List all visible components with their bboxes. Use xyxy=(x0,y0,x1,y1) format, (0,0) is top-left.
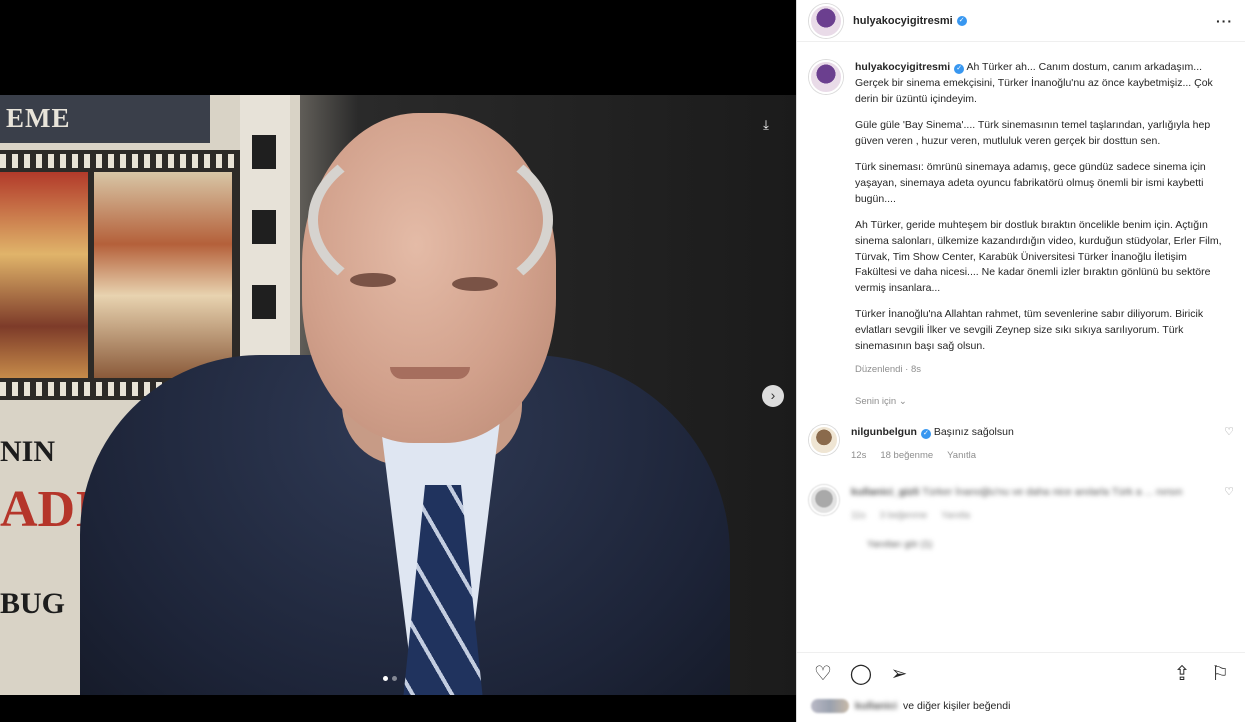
post-actions: ♡ ◯ ➢ ⇪ ⚐ xyxy=(797,652,1245,694)
caption: hulyakocyigitresmi ✓ Ah Türker ah... Canı… xyxy=(809,60,1234,378)
comment-text: Başınız sağolsun xyxy=(933,425,1014,438)
liked-by-name[interactable]: kullanici xyxy=(855,700,897,712)
comment-icon[interactable]: ◯ xyxy=(849,661,873,686)
caption-avatar[interactable] xyxy=(809,60,843,94)
verified-icon: ✓ xyxy=(954,64,965,74)
download-icon[interactable]: ⤓ xyxy=(757,116,775,134)
view-replies[interactable]: Yanıtları gör (1) xyxy=(867,539,1234,550)
caption-paragraph: Türk sineması: ömrünü sinemaya adamış, g… xyxy=(855,160,1206,205)
bookmark-icon[interactable]: ⚐ xyxy=(1208,661,1232,686)
liker-avatars xyxy=(811,699,849,713)
billboard-text: BUG xyxy=(0,587,66,620)
liked-by[interactable]: kullanici ve diğer kişiler beğendi xyxy=(811,699,1010,713)
caption-paragraph: Türker İnanoğlu'na Allahtan rahmet, tüm … xyxy=(855,308,1204,353)
author-username[interactable]: hulyakocyigitresmi xyxy=(853,15,953,27)
commenter-avatar[interactable] xyxy=(809,424,839,455)
comments-section[interactable]: hulyakocyigitresmi ✓ Ah Türker ah... Canı… xyxy=(797,42,1245,642)
caption-paragraph: Güle güle 'Bay Sinema'.... Türk sineması… xyxy=(855,118,1211,147)
gift-icon[interactable]: ⇪ xyxy=(1170,661,1194,686)
billboard-text: NIN xyxy=(0,435,56,468)
comment-username[interactable]: kullanici_gizli xyxy=(851,486,919,498)
poster-banner-text: EME xyxy=(6,103,71,133)
comment-time: 12s xyxy=(851,449,867,461)
caption-paragraph: Ah Türker, geride muhteşem bir dostluk b… xyxy=(855,218,1222,295)
comment-likes[interactable]: 18 beğenme xyxy=(880,449,933,463)
comment-item: kullanici_gizli Türker İnanoğlu'nu ve da… xyxy=(809,485,1234,523)
post-photo[interactable]: EME NIN ADIT BUG xyxy=(0,95,796,695)
carousel-dot xyxy=(383,676,388,681)
post-media[interactable]: EME NIN ADIT BUG ⤓ › xyxy=(0,0,796,722)
comment-text: Türker İnanoğlu'nu ve daha nice anılarla… xyxy=(922,486,1183,499)
comment-like-icon[interactable]: ♡ xyxy=(1224,485,1234,523)
liked-by-suffix: ve diğer kişiler beğendi xyxy=(903,700,1011,712)
person xyxy=(80,105,730,695)
post-header: hulyakocyigitresmi ✓ ··· xyxy=(797,0,1245,42)
more-icon[interactable]: ··· xyxy=(1216,13,1233,29)
share-icon[interactable]: ➢ xyxy=(887,661,911,686)
carousel-dots xyxy=(383,676,397,681)
reply-button[interactable]: Yanıtla xyxy=(941,509,970,523)
carousel-dot xyxy=(392,676,397,681)
next-slide-button[interactable]: › xyxy=(762,385,784,407)
caption-username[interactable]: hulyakocyigitresmi xyxy=(855,61,950,73)
comment-username[interactable]: nilgunbelgun xyxy=(851,426,917,438)
comment-likes[interactable]: 3 beğenme xyxy=(880,509,928,523)
movie-poster xyxy=(0,172,88,378)
commenter-avatar[interactable] xyxy=(809,485,839,516)
comment-time: 11s xyxy=(851,510,866,522)
reply-button[interactable]: Yanıtla xyxy=(947,449,976,463)
comment-item: nilgunbelgun ✓ Başınız sağolsun 12s 18 be… xyxy=(809,424,1234,463)
author-avatar[interactable] xyxy=(809,3,843,38)
post-sidebar: hulyakocyigitresmi ✓ ··· hulyakocyigitre… xyxy=(796,0,1245,722)
instagram-post-view: EME NIN ADIT BUG ⤓ › hulyakocyigitresmi … xyxy=(0,0,1245,722)
edited-label: Düzenlendi · 8s xyxy=(855,364,922,376)
heart-icon[interactable]: ♡ xyxy=(811,661,835,686)
translate-link[interactable]: Senin için ⌄ xyxy=(855,396,1234,407)
verified-icon: ✓ xyxy=(920,428,931,439)
comment-like-icon[interactable]: ♡ xyxy=(1224,425,1234,463)
verified-icon: ✓ xyxy=(956,15,967,26)
